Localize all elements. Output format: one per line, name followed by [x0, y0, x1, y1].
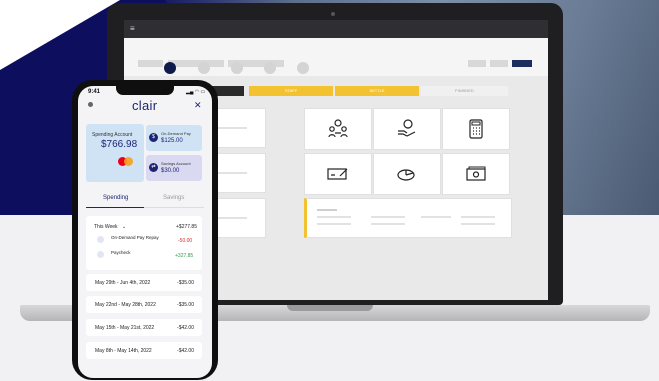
week-amount: -$35.00: [177, 302, 194, 308]
placeholder-line: [461, 216, 495, 218]
app-logo: clair: [132, 98, 158, 113]
close-icon[interactable]: ✕: [194, 100, 202, 111]
spending-account-balance: $766.98: [101, 139, 138, 150]
phone-notch: [116, 86, 174, 95]
step-dot[interactable]: [264, 62, 276, 74]
week-range: May 15th - May 21st, 2022: [95, 325, 155, 331]
transaction-title: On-Demand Pay Repay: [111, 235, 159, 240]
step-dot-active[interactable]: [164, 62, 176, 74]
savings-account-label: Savings Account: [161, 161, 191, 166]
placeholder-line: [317, 216, 351, 218]
people-money-icon: [328, 119, 348, 138]
step-dot[interactable]: [198, 62, 210, 74]
placeholder-line: [317, 223, 351, 225]
week-summary-row[interactable]: May 15th - May 21st, 2022 -$42.00: [86, 319, 202, 336]
placeholder-line: [461, 223, 495, 225]
dollar-icon: $: [149, 133, 158, 142]
active-tab-underline: [86, 207, 144, 208]
step-dot[interactable]: [231, 62, 243, 74]
progress-step: SETTLE: [335, 86, 419, 96]
check-tile[interactable]: [304, 153, 372, 195]
placeholder-line: [317, 209, 337, 211]
this-week-total: +$277.85: [176, 224, 197, 230]
check-signature-icon: [327, 168, 348, 180]
on-demand-pay-card[interactable]: $ On-Demand Pay $125.00: [146, 125, 202, 151]
header-placeholder: [168, 60, 224, 67]
cash-icon: [466, 166, 486, 181]
week-range: May 29th - Jun 4th, 2022: [95, 280, 151, 286]
hand-coin-icon: [398, 119, 416, 137]
laptop-camera: [331, 12, 335, 16]
settings-icon[interactable]: [88, 102, 93, 107]
paycheck-icon: [97, 251, 104, 258]
on-demand-pay-amount: $125.00: [161, 138, 183, 144]
transfer-icon: ⇄: [149, 163, 158, 172]
step-dot[interactable]: [297, 62, 309, 74]
placeholder-line: [217, 172, 247, 174]
on-demand-pay-label: On-Demand Pay: [161, 131, 191, 136]
savings-account-amount: $30.00: [161, 168, 180, 174]
laptop-notch: [287, 305, 373, 311]
week-summary-row[interactable]: May 29th - Jun 4th, 2022 -$35.00: [86, 274, 202, 291]
chevron-down-icon[interactable]: ⌄: [122, 224, 126, 230]
progress-step: FINISHED: [421, 86, 508, 96]
week-summary-row[interactable]: May 22nd - May 28th, 2022 -$35.00: [86, 296, 202, 313]
tab-divider: [144, 207, 204, 208]
pie-chart-icon: [397, 169, 415, 181]
payroll-tile[interactable]: [304, 108, 372, 150]
transaction-amount: +327.85: [175, 253, 194, 259]
placeholder-line: [371, 216, 405, 218]
mastercard-icon-overlap: [124, 157, 133, 166]
app-topbar: ≡: [124, 20, 548, 38]
summary-panel: [304, 198, 512, 238]
placeholder-line: [371, 223, 405, 225]
placeholder-line: [217, 127, 247, 129]
week-range: May 22nd - May 28th, 2022: [95, 302, 156, 308]
tab-spending[interactable]: Spending: [103, 195, 128, 201]
header-primary-button[interactable]: [512, 60, 532, 67]
repay-icon: [97, 236, 104, 243]
week-amount: -$42.00: [177, 325, 194, 331]
signal-wifi-battery-icon: ▂▄ ◠ ▭: [186, 89, 206, 95]
week-amount: -$42.00: [177, 348, 194, 354]
week-summary-row[interactable]: May 8th - May 14th, 2022 -$42.00: [86, 342, 202, 359]
payment-tile[interactable]: [373, 108, 441, 150]
placeholder-line: [217, 217, 247, 219]
progress-step: STAFF: [249, 86, 333, 96]
header-button[interactable]: [468, 60, 486, 67]
menu-icon[interactable]: ≡: [130, 24, 135, 33]
spending-account-label: Spending Account: [92, 132, 133, 138]
transaction-amount: -50.00: [178, 238, 193, 244]
report-tile[interactable]: [373, 153, 441, 195]
cash-tile[interactable]: [442, 153, 510, 195]
app-header: [124, 38, 548, 76]
status-time: 9:41: [88, 89, 101, 95]
calculator-tile[interactable]: [442, 108, 510, 150]
tab-savings[interactable]: Savings: [163, 195, 184, 201]
week-range: May 8th - May 14th, 2022: [95, 348, 152, 354]
week-amount: -$35.00: [177, 280, 194, 286]
placeholder-line: [421, 216, 451, 218]
header-placeholder: [138, 60, 163, 67]
this-week-label: This Week: [94, 224, 118, 230]
transaction-title: Paycheck: [111, 250, 131, 255]
header-button[interactable]: [490, 60, 508, 67]
savings-account-card[interactable]: ⇄ Savings Account $30.00: [146, 155, 202, 181]
calculator-icon: [469, 119, 483, 139]
